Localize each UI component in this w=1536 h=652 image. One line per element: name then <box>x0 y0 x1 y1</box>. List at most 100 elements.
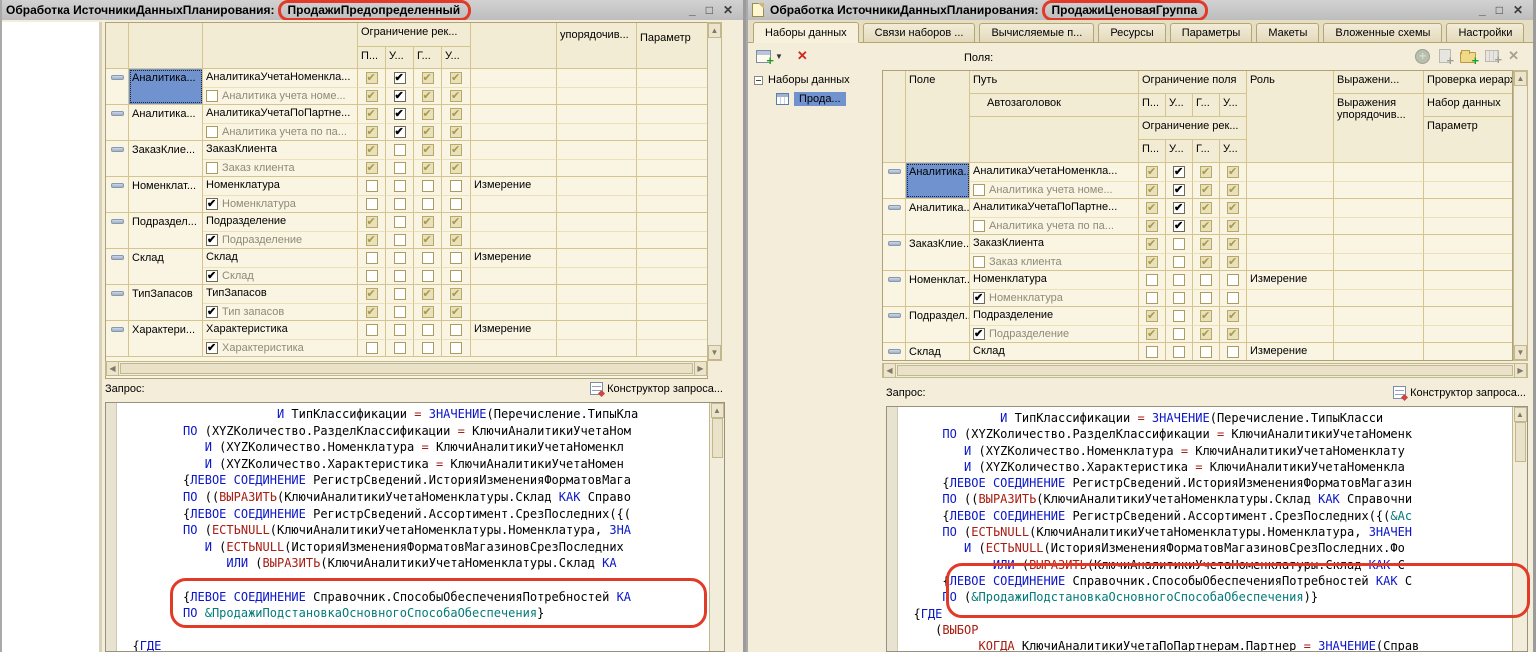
restriction-cell[interactable] <box>414 87 442 105</box>
path-cell[interactable]: АналитикаУчетаНоменкла... <box>970 163 1139 181</box>
restriction-cell[interactable] <box>1193 163 1220 181</box>
restriction-cell[interactable] <box>1139 235 1166 253</box>
checkbox-unchecked[interactable] <box>450 180 462 192</box>
title-checkbox-checked[interactable] <box>206 306 218 318</box>
restriction-cell[interactable] <box>442 303 471 321</box>
empty-cell[interactable] <box>637 141 707 159</box>
empty-cell[interactable] <box>1424 307 1512 325</box>
restriction-cell[interactable] <box>1220 199 1247 217</box>
left-query-vscrollbar[interactable]: ▲ <box>709 403 724 651</box>
restriction-cell[interactable] <box>414 213 442 231</box>
restriction-cell[interactable] <box>1193 181 1220 199</box>
restriction-cell[interactable] <box>442 267 471 285</box>
right-titlebar[interactable]: Обработка ИсточникиДанныхПланирования: П… <box>748 0 1533 20</box>
restriction-cell[interactable] <box>1139 253 1166 271</box>
empty-cell[interactable] <box>471 123 557 141</box>
path-cell[interactable]: ЗаказКлиента <box>203 141 358 159</box>
tree-root-datasets[interactable]: Наборы данных <box>754 74 878 86</box>
empty-cell[interactable] <box>1247 217 1334 235</box>
checkbox-unchecked[interactable] <box>1173 238 1185 250</box>
close-button[interactable]: ✕ <box>1513 3 1523 17</box>
restriction-cell[interactable] <box>414 141 442 159</box>
restriction-cell[interactable] <box>442 285 471 303</box>
field-name-cell[interactable]: Номенклат... <box>129 177 203 212</box>
checkbox-checked[interactable] <box>450 108 462 120</box>
empty-cell[interactable] <box>1334 253 1424 271</box>
restriction-cell[interactable] <box>358 69 386 87</box>
checkbox-checked[interactable] <box>366 216 378 228</box>
checkbox-checked[interactable] <box>394 90 406 102</box>
empty-cell[interactable] <box>637 195 707 213</box>
restriction-cell[interactable] <box>442 249 471 267</box>
restriction-cell[interactable] <box>414 195 442 213</box>
empty-cell[interactable] <box>1424 271 1512 289</box>
empty-cell[interactable] <box>637 231 707 249</box>
restriction-cell[interactable] <box>358 213 386 231</box>
restriction-cell[interactable] <box>386 249 414 267</box>
restriction-cell[interactable] <box>386 321 414 339</box>
checkbox-unchecked[interactable] <box>1173 328 1185 340</box>
checkbox-checked[interactable] <box>1173 184 1185 196</box>
empty-cell[interactable] <box>1334 289 1424 307</box>
restriction-cell[interactable] <box>358 321 386 339</box>
field-name-cell[interactable]: Склад <box>906 343 970 360</box>
checkbox-checked[interactable] <box>1146 184 1158 196</box>
tab-2[interactable]: Связи наборов ... <box>863 23 976 42</box>
left-table-vscrollbar[interactable]: ▲ ▼ <box>707 22 722 361</box>
restriction-cell[interactable] <box>442 177 471 195</box>
restriction-cell[interactable] <box>1166 289 1193 307</box>
restriction-cell[interactable] <box>386 123 414 141</box>
checkbox-checked[interactable] <box>1200 256 1212 268</box>
restriction-cell[interactable] <box>386 69 414 87</box>
checkbox-unchecked[interactable] <box>366 324 378 336</box>
checkbox-unchecked[interactable] <box>422 342 434 354</box>
restriction-cell[interactable] <box>358 177 386 195</box>
restriction-cell[interactable] <box>386 141 414 159</box>
restriction-cell[interactable] <box>386 267 414 285</box>
title-checkbox-unchecked[interactable] <box>206 90 218 102</box>
checkbox-unchecked[interactable] <box>394 270 406 282</box>
restriction-cell[interactable] <box>414 321 442 339</box>
scroll-up-icon[interactable]: ▲ <box>708 23 721 38</box>
restriction-cell[interactable] <box>414 177 442 195</box>
title-checkbox-unchecked[interactable] <box>973 256 985 268</box>
scroll-up-icon[interactable]: ▲ <box>1514 71 1527 86</box>
empty-cell[interactable] <box>557 141 637 159</box>
checkbox-checked[interactable] <box>422 126 434 138</box>
path-cell[interactable]: Подразделение <box>970 307 1139 325</box>
empty-cell[interactable] <box>637 159 707 177</box>
field-name-cell[interactable]: ЗаказКлие... <box>129 141 203 176</box>
checkbox-unchecked[interactable] <box>1227 274 1239 286</box>
restriction-cell[interactable] <box>442 69 471 87</box>
checkbox-checked[interactable] <box>1227 256 1239 268</box>
field-name-cell[interactable]: Аналитика... <box>129 69 203 104</box>
restriction-cell[interactable] <box>414 303 442 321</box>
restriction-cell[interactable] <box>386 303 414 321</box>
checkbox-checked[interactable] <box>422 108 434 120</box>
empty-cell[interactable] <box>637 69 707 87</box>
restriction-cell[interactable] <box>442 105 471 123</box>
restriction-cell[interactable] <box>1166 199 1193 217</box>
restriction-cell[interactable] <box>386 285 414 303</box>
restriction-cell[interactable] <box>1220 217 1247 235</box>
minimize-button[interactable]: _ <box>689 3 696 17</box>
checkbox-checked[interactable] <box>422 216 434 228</box>
checkbox-checked[interactable] <box>1227 238 1239 250</box>
restriction-cell[interactable] <box>358 159 386 177</box>
restriction-cell[interactable] <box>442 213 471 231</box>
checkbox-unchecked[interactable] <box>394 198 406 210</box>
checkbox-checked[interactable] <box>450 126 462 138</box>
checkbox-unchecked[interactable] <box>394 306 406 318</box>
restriction-cell[interactable] <box>442 339 471 357</box>
empty-cell[interactable] <box>557 69 637 87</box>
checkbox-unchecked[interactable] <box>1227 346 1239 358</box>
title-checkbox-checked[interactable] <box>206 198 218 210</box>
empty-cell[interactable] <box>1424 181 1512 199</box>
tab-1[interactable]: Наборы данных <box>753 22 859 43</box>
restriction-cell[interactable] <box>386 339 414 357</box>
tree-item-dataset[interactable]: Прода... <box>754 92 878 106</box>
checkbox-unchecked[interactable] <box>450 270 462 282</box>
empty-cell[interactable] <box>557 339 637 357</box>
checkbox-checked[interactable] <box>1227 220 1239 232</box>
title-cell[interactable]: Аналитика учета номе... <box>203 87 358 105</box>
